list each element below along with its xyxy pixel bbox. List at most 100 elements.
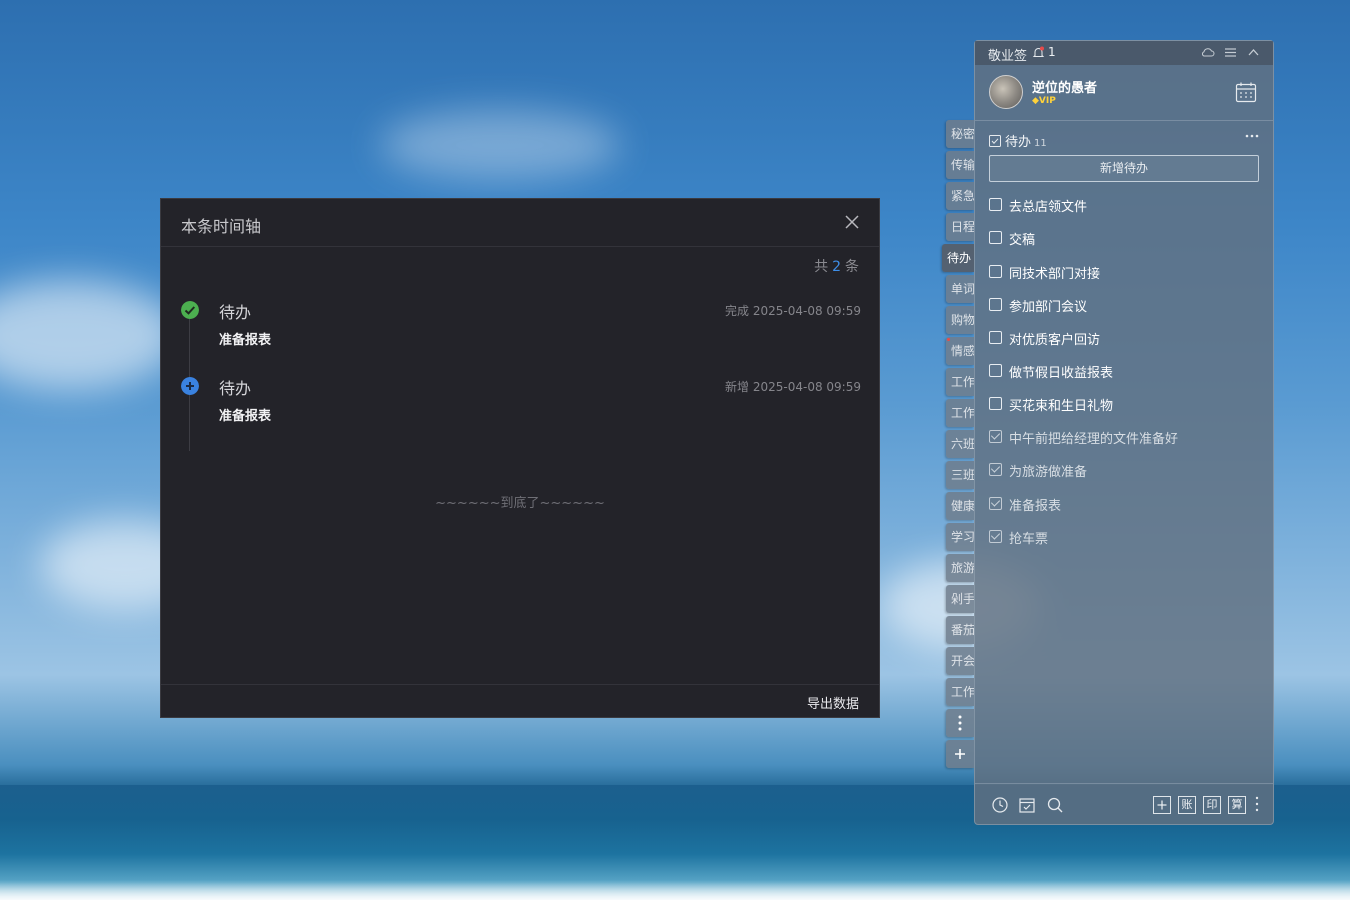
calculator-button[interactable]: 算 bbox=[1228, 796, 1246, 814]
count-prefix: 共 bbox=[814, 259, 829, 275]
background-foam bbox=[0, 880, 1350, 900]
todo-text: 同技术部门对接 bbox=[1009, 267, 1101, 282]
timeline-dialog: 本条时间轴 共2条 待办 完成 2025-04-08 09:59 准备报表 待办… bbox=[160, 198, 880, 718]
close-icon[interactable] bbox=[843, 213, 861, 231]
todo-text: 为旅游做准备 bbox=[1009, 465, 1088, 480]
print-button[interactable]: 印 bbox=[1203, 796, 1221, 814]
side-tab[interactable]: 六班 bbox=[946, 430, 974, 458]
side-tab[interactable]: 传输 bbox=[946, 151, 974, 179]
vip-label: VIP bbox=[1038, 96, 1056, 106]
vertical-dots-icon bbox=[958, 715, 962, 731]
cloud-sync-icon[interactable] bbox=[1200, 45, 1215, 60]
calendar-check-icon[interactable] bbox=[1018, 796, 1036, 814]
todo-text: 对优质客户回访 bbox=[1009, 333, 1101, 348]
todo-checkbox[interactable] bbox=[989, 198, 1002, 211]
background-cloud bbox=[380, 110, 620, 180]
entry-time: 新增 2025-04-08 09:59 bbox=[725, 380, 861, 394]
search-icon[interactable] bbox=[1046, 796, 1064, 814]
side-tab[interactable]: 工作 bbox=[946, 678, 974, 706]
todo-text: 准备报表 bbox=[1009, 499, 1062, 514]
titlebar-icons bbox=[1200, 45, 1261, 61]
count-value: 2 bbox=[832, 259, 841, 275]
side-tab-active[interactable]: 待办 bbox=[942, 244, 974, 272]
section-header: 待办 11 bbox=[989, 131, 1047, 150]
more-tabs-button[interactable] bbox=[946, 709, 974, 737]
vip-badge: ◆VIP bbox=[1032, 96, 1056, 106]
chevron-up-icon[interactable] bbox=[1246, 45, 1261, 60]
todo-text: 做节假日收益报表 bbox=[1009, 366, 1114, 381]
more-horizontal-icon[interactable] bbox=[1245, 133, 1259, 139]
side-tab[interactable]: 工作 bbox=[946, 399, 974, 427]
side-tab[interactable]: 紧急 bbox=[946, 182, 974, 210]
checkbox-icon bbox=[989, 135, 1001, 147]
todo-item-done[interactable]: 准备报表 bbox=[989, 494, 1259, 514]
entry-title: 待办 bbox=[219, 379, 252, 398]
todo-text: 参加部门会议 bbox=[1009, 300, 1088, 315]
todo-item[interactable]: 对优质客户回访 bbox=[989, 328, 1259, 348]
user-profile: 逆位的愚者 ◆VIP bbox=[975, 65, 1273, 121]
app-name: 敬业签 bbox=[988, 49, 1028, 64]
notes-panel: 敬业签 1 逆位的愚者 ◆VIP 待办 11 新增待办 去总店领文件 交稿 同技… bbox=[974, 40, 1274, 825]
todo-checkbox[interactable] bbox=[989, 231, 1002, 244]
side-tab[interactable]: 日程 bbox=[946, 213, 974, 241]
entry-count: 共2条 bbox=[814, 256, 859, 276]
side-tab[interactable]: 秘密 bbox=[946, 120, 974, 148]
add-note-button[interactable] bbox=[1153, 796, 1171, 814]
todo-item-done[interactable]: 为旅游做准备 bbox=[989, 460, 1259, 480]
todo-checkbox-checked[interactable] bbox=[989, 430, 1002, 443]
todo-checkbox[interactable] bbox=[989, 397, 1002, 410]
todo-item[interactable]: 去总店领文件 bbox=[989, 195, 1259, 215]
entry-time: 完成 2025-04-08 09:59 bbox=[725, 304, 861, 318]
todo-item[interactable]: 交稿 bbox=[989, 228, 1259, 248]
todo-text: 交稿 bbox=[1009, 233, 1036, 248]
dialog-header: 本条时间轴 bbox=[161, 199, 879, 247]
side-tab[interactable]: 三班 bbox=[946, 461, 974, 489]
todo-checkbox-checked[interactable] bbox=[989, 463, 1002, 476]
todo-item-done[interactable]: 抢车票 bbox=[989, 527, 1259, 547]
todo-checkbox-checked[interactable] bbox=[989, 530, 1002, 543]
add-tab-button[interactable] bbox=[946, 740, 974, 768]
bell-icon[interactable] bbox=[1032, 46, 1045, 59]
side-tab[interactable]: 旅游 bbox=[946, 554, 974, 582]
todo-text: 去总店领文件 bbox=[1009, 200, 1088, 215]
dialog-footer: 导出数据 bbox=[161, 684, 879, 717]
side-tab[interactable]: 开会 bbox=[946, 647, 974, 675]
dialog-title: 本条时间轴 bbox=[181, 217, 262, 236]
add-todo-button[interactable]: 新增待办 bbox=[989, 155, 1259, 182]
side-tab[interactable]: 学习 bbox=[946, 523, 974, 551]
todo-checkbox[interactable] bbox=[989, 331, 1002, 344]
side-tab[interactable]: 单词 bbox=[946, 275, 974, 303]
todo-item-done[interactable]: 中午前把给经理的文件准备好 bbox=[989, 427, 1259, 447]
side-tab[interactable]: 健康 bbox=[946, 492, 974, 520]
side-tab[interactable]: 剁手 bbox=[946, 585, 974, 613]
todo-checkbox-checked[interactable] bbox=[989, 497, 1002, 510]
clock-icon[interactable] bbox=[991, 796, 1009, 814]
avatar[interactable] bbox=[989, 75, 1023, 109]
calendar-icon[interactable] bbox=[1235, 81, 1257, 103]
todo-checkbox[interactable] bbox=[989, 298, 1002, 311]
panel-titlebar: 敬业签 1 bbox=[975, 41, 1273, 65]
account-button[interactable]: 账 bbox=[1178, 796, 1196, 814]
todo-item[interactable]: 同技术部门对接 bbox=[989, 262, 1259, 282]
export-data-button[interactable]: 导出数据 bbox=[807, 693, 859, 712]
background-cloud bbox=[0, 280, 180, 390]
panel-bottom-bar: 账 印 算 bbox=[975, 783, 1273, 825]
side-tab[interactable]: 番茄 bbox=[946, 616, 974, 644]
todo-item[interactable]: 参加部门会议 bbox=[989, 295, 1259, 315]
side-tab[interactable]: 购物 bbox=[946, 306, 974, 334]
todo-checkbox[interactable] bbox=[989, 265, 1002, 278]
plus-icon bbox=[955, 749, 965, 759]
side-tab[interactable]: 情感 bbox=[946, 337, 974, 365]
check-circle-icon bbox=[181, 301, 199, 319]
side-tab[interactable]: 工作 bbox=[946, 368, 974, 396]
menu-icon[interactable] bbox=[1223, 45, 1238, 60]
todo-text: 抢车票 bbox=[1009, 532, 1049, 547]
todo-item[interactable]: 做节假日收益报表 bbox=[989, 361, 1259, 381]
todo-checkbox[interactable] bbox=[989, 364, 1002, 377]
diamond-icon: ◆ bbox=[1032, 96, 1039, 106]
todo-item[interactable]: 买花束和生日礼物 bbox=[989, 394, 1259, 414]
vertical-dots-icon[interactable] bbox=[1255, 795, 1259, 813]
end-of-list-text: ~~~~~~到底了~~~~~~ bbox=[435, 496, 605, 511]
section-count: 11 bbox=[1034, 138, 1047, 149]
username[interactable]: 逆位的愚者 bbox=[1032, 77, 1097, 96]
